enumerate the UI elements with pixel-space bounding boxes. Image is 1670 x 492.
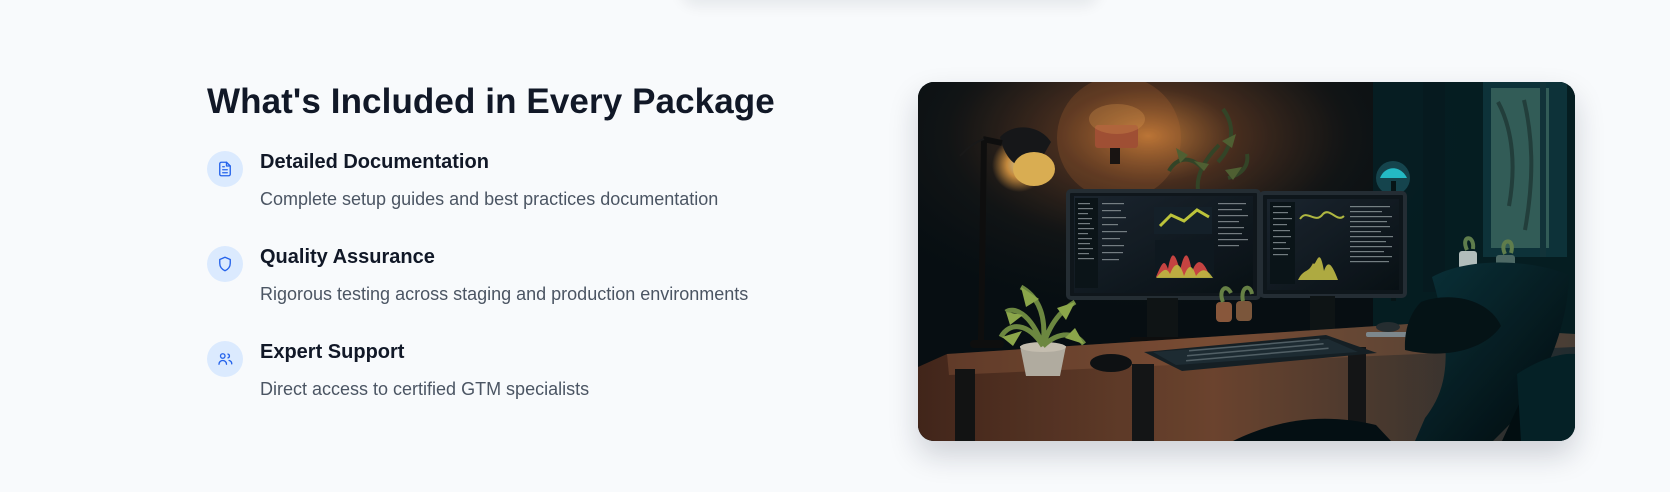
included-section: What's Included in Every Package Detaile…	[0, 0, 1670, 492]
users-icon	[207, 341, 243, 377]
feature-description: Rigorous testing across staging and prod…	[260, 284, 749, 304]
feature-title: Detailed Documentation	[260, 151, 489, 173]
feature-text: Quality Assurance Rigorous testing acros…	[260, 244, 840, 306]
feature-text: Expert Support Direct access to certifie…	[260, 339, 840, 401]
section-heading: What's Included in Every Package	[207, 82, 775, 121]
feature-panel: What's Included in Every Package Detaile…	[207, 72, 847, 434]
feature-description: Complete setup guides and best practices…	[260, 189, 719, 209]
feature-title: Quality Assurance	[260, 246, 435, 268]
feature-item-documentation: Detailed Documentation Complete setup gu…	[207, 149, 847, 244]
feature-item-expert-support: Expert Support Direct access to certifie…	[207, 339, 847, 434]
feature-list: Detailed Documentation Complete setup gu…	[207, 149, 847, 434]
office-photo	[918, 82, 1575, 441]
feature-text: Detailed Documentation Complete setup gu…	[260, 149, 840, 211]
feature-description: Direct access to certified GTM specialis…	[260, 379, 590, 399]
shield-icon	[207, 246, 243, 282]
document-icon	[207, 151, 243, 187]
feature-title: Expert Support	[260, 341, 405, 363]
feature-item-quality-assurance: Quality Assurance Rigorous testing acros…	[207, 244, 847, 339]
